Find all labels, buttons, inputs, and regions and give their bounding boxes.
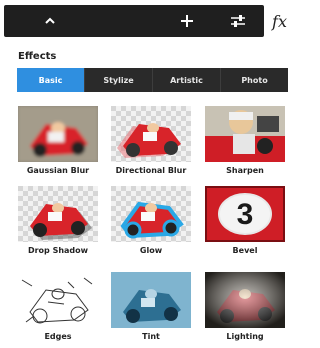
effect-drop-shadow[interactable]: Drop Shadow — [18, 186, 98, 255]
glow-label: Glow — [139, 246, 163, 255]
effect-sharpen[interactable]: Sharpen — [205, 106, 285, 175]
lighting-label: Lighting — [226, 332, 264, 341]
effects-tab-bar: Basic Stylize Artistic Photo — [17, 68, 288, 92]
edges-thumbnail — [18, 272, 98, 328]
bevel-thumbnail: 3 — [205, 186, 285, 242]
tab-basic[interactable]: Basic — [17, 68, 85, 92]
directional-blur-thumbnail — [111, 106, 191, 162]
effect-edges[interactable]: Edges — [18, 272, 98, 341]
tab-photo[interactable]: Photo — [221, 68, 288, 92]
tab-stylize[interactable]: Stylize — [85, 68, 153, 92]
directional-blur-label: Directional Blur — [115, 166, 187, 175]
add-button[interactable] — [167, 5, 207, 37]
top-toolbar — [4, 5, 264, 37]
effect-lighting[interactable]: Lighting — [205, 272, 285, 341]
gaussian-blur-thumbnail — [18, 106, 98, 162]
fx-button[interactable]: fx — [266, 5, 293, 37]
svg-text:3: 3 — [237, 198, 254, 231]
effect-glow[interactable]: Glow — [111, 186, 191, 255]
effects-title: Effects — [18, 51, 57, 62]
bevel-label: Bevel — [232, 246, 258, 255]
effect-directional-blur[interactable]: Directional Blur — [111, 106, 191, 175]
plus-icon — [181, 15, 193, 27]
sliders-icon — [231, 15, 245, 27]
fx-label: fx — [272, 11, 287, 31]
drop-shadow-label: Drop Shadow — [27, 246, 89, 255]
glow-thumbnail — [111, 186, 191, 242]
gaussian-blur-label: Gaussian Blur — [26, 166, 90, 175]
tab-artistic[interactable]: Artistic — [153, 68, 221, 92]
chevron-up-icon — [45, 17, 55, 24]
edges-label: Edges — [44, 332, 72, 341]
collapse-button[interactable] — [30, 5, 70, 37]
adjust-button[interactable] — [218, 5, 258, 37]
drop-shadow-thumbnail — [18, 186, 98, 242]
tint-thumbnail — [111, 272, 191, 328]
effect-bevel[interactable]: 3 Bevel — [205, 186, 285, 255]
sharpen-thumbnail — [205, 106, 285, 162]
effect-gaussian-blur[interactable]: Gaussian Blur — [18, 106, 98, 175]
effect-tint[interactable]: Tint — [111, 272, 191, 341]
tint-label: Tint — [142, 332, 160, 341]
sharpen-label: Sharpen — [226, 166, 264, 175]
lighting-thumbnail — [205, 272, 285, 328]
